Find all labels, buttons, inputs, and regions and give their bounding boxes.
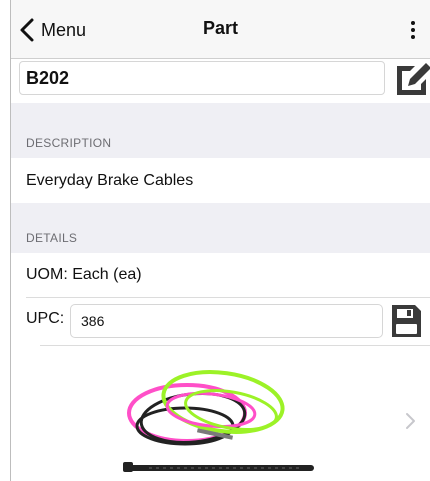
- chevron-right-icon: [406, 413, 415, 429]
- section-spacer: [11, 103, 430, 128]
- section-spacer: [11, 203, 430, 223]
- description-value: Everyday Brake Cables: [11, 158, 430, 203]
- menu-back-button[interactable]: Menu: [17, 16, 86, 44]
- menu-back-label: Menu: [41, 19, 87, 40]
- uom-text: UOM: Each (ea): [11, 253, 430, 297]
- upc-field[interactable]: [70, 304, 383, 338]
- edit-icon[interactable]: [395, 59, 430, 97]
- navigation-bar: Menu Part: [11, 0, 430, 59]
- chevron-left-icon: [20, 18, 34, 42]
- upc-label: UPC:: [26, 310, 65, 327]
- floppy-disk-icon[interactable]: [389, 303, 423, 339]
- part-number-row: [11, 59, 430, 103]
- more-vertical-icon[interactable]: [406, 18, 420, 42]
- description-section-header: DESCRIPTION: [11, 128, 430, 158]
- product-image-row[interactable]: [11, 346, 430, 481]
- part-number-field[interactable]: [19, 61, 385, 95]
- brake-cables-photo: [123, 370, 314, 472]
- details-section-header: DETAILS: [11, 223, 430, 253]
